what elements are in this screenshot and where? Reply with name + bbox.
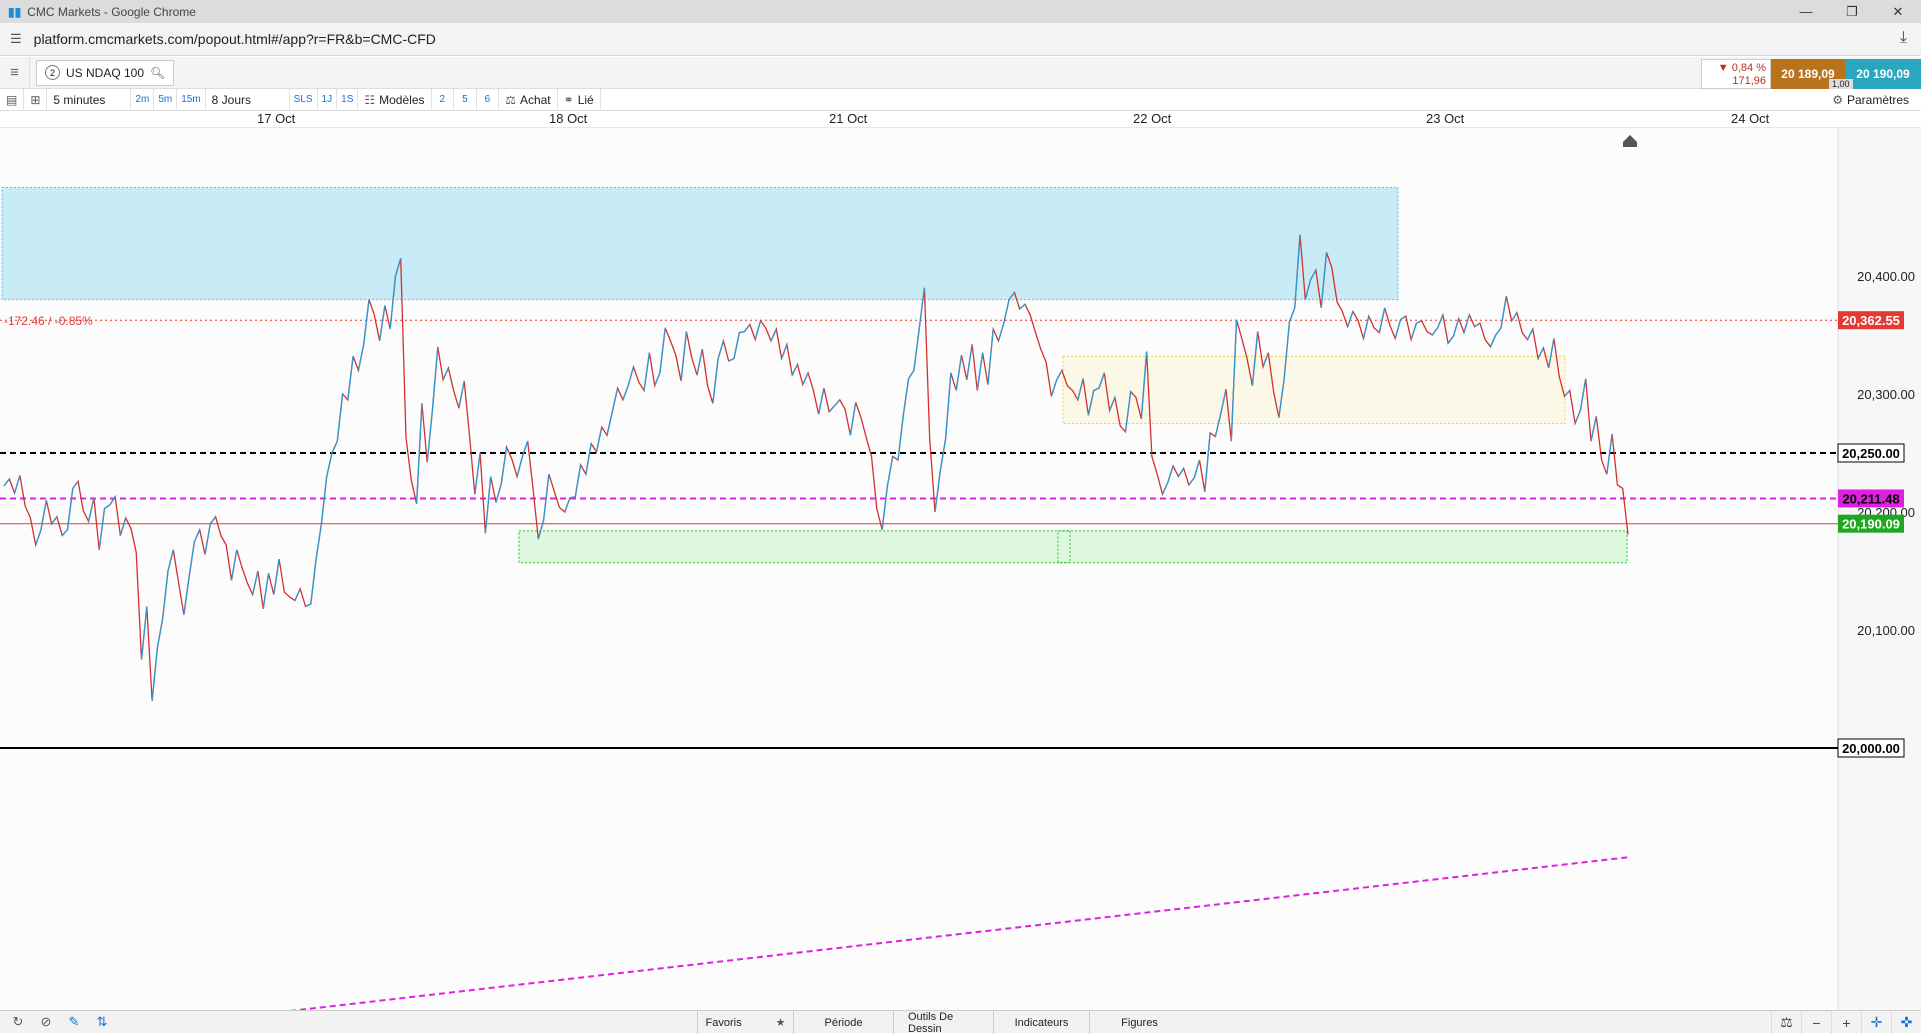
search-icon[interactable]: 🔍︎ <box>150 66 165 80</box>
tab-drawing-tools[interactable]: Outils De Dessin <box>893 1011 993 1035</box>
block-icon[interactable]: ⊘ <box>34 1012 58 1032</box>
n2-button[interactable]: 2 <box>432 88 455 111</box>
quote-panel: ▼ 0,84 % 171,96 20 189,09 20 190,09 1,00 <box>1701 59 1921 89</box>
price-change: ▼ 0,84 % 171,96 <box>1701 59 1771 89</box>
n6-button[interactable]: 6 <box>477 88 500 111</box>
buy-price: 20 190,09 <box>1856 67 1910 81</box>
price-axis-background <box>1838 128 1921 1011</box>
chart-toolbar: ▤ ⊞ 5 minutes 2m 5m 15m 8 Jours SLS 1J 1… <box>0 88 1921 111</box>
timeframe-select[interactable]: 5 minutes <box>47 88 132 111</box>
minimize-icon[interactable]: — <box>1783 0 1829 23</box>
scale-tool-icon[interactable]: ⚖ <box>1771 1011 1801 1034</box>
crosshair-icon[interactable]: ✛ <box>1861 1011 1891 1034</box>
window-controls: — ❐ ✕ <box>1783 0 1921 23</box>
refresh-icon[interactable]: ↻ <box>6 1012 30 1032</box>
support-zone <box>518 530 1628 564</box>
price-tag-label: 20,250.00 <box>1842 446 1900 461</box>
tab-number: 2 <box>45 65 60 80</box>
date-label: 22 Oct <box>1133 111 1172 126</box>
date-label: 24 Oct <box>1731 111 1770 126</box>
date-axis: 17 Oct 18 Oct 21 Oct 22 Oct 23 Oct 24 Oc… <box>0 111 1921 127</box>
instrument-name: US NDAQ 100 <box>66 65 145 80</box>
change-pts: 171,96 <box>1732 75 1766 87</box>
buy-mode-button[interactable]: ⚖ Achat <box>499 88 558 111</box>
url-text[interactable]: platform.cmcmarkets.com/popout.html#/app… <box>34 31 436 47</box>
star-icon: ★ <box>775 1017 786 1029</box>
date-label: 17 Oct <box>257 111 296 126</box>
settings-button[interactable]: ⚙ Paramètres <box>1832 89 1909 111</box>
change-annotation: -172.46 / -0.85% <box>4 314 93 328</box>
gear-icon: ⚙ <box>1832 93 1843 107</box>
range-zone <box>1062 355 1566 425</box>
settings-label: Paramètres <box>1846 93 1909 107</box>
chart-svg[interactable]: -172.46 / -0.85%20,400.0020,300.0020,200… <box>0 128 1921 1012</box>
price-tag-label: 20,000.00 <box>1842 741 1900 756</box>
instrument-selector[interactable]: 2 US NDAQ 100 🔍︎ <box>36 59 175 86</box>
tf-15m-button[interactable]: 15m <box>177 88 206 111</box>
list-view-button[interactable]: ▤ <box>0 88 25 111</box>
tab-favorites[interactable]: Favoris ★ <box>697 1011 793 1034</box>
buy-button[interactable]: 20 190,09 1,00 <box>1829 59 1921 89</box>
zoom-out-icon[interactable]: − <box>1801 1011 1831 1034</box>
change-pct: ▼ 0,84 % <box>1717 62 1766 74</box>
date-label: 18 Oct <box>549 111 588 126</box>
window-title: CMC Markets - Google Chrome <box>27 4 196 19</box>
price-chart[interactable]: -172.46 / -0.85% 20,400.00 20,300.00 20,200… <box>0 127 1921 1012</box>
download-icon[interactable]: ⤓ <box>1900 29 1907 47</box>
models-icon: ☷ <box>364 92 376 107</box>
price-tag-label: 20,211.48 <box>1842 491 1899 506</box>
cursor-crosshair-icon[interactable]: ✜ <box>1891 1011 1921 1034</box>
price-tag-label: 20,190.09 <box>1842 517 1900 532</box>
menu-icon[interactable]: ≡ <box>0 56 30 89</box>
instrument-toolbar: ≡ 2 US NDAQ 100 🔍︎ <box>0 56 1921 89</box>
linked-label: Lié <box>577 92 594 107</box>
tab-figures[interactable]: Figures <box>1089 1011 1189 1034</box>
restore-icon[interactable]: ❐ <box>1829 0 1875 23</box>
resistance-zone <box>1 187 1399 301</box>
list-icon: ▤ <box>6 92 18 107</box>
date-label: 23 Oct <box>1426 111 1465 126</box>
scale-icon: ⚖ <box>505 92 516 107</box>
range-1j-button[interactable]: 1J <box>318 88 338 111</box>
range-1s-button[interactable]: 1S <box>337 88 359 111</box>
tf-5m-button[interactable]: 5m <box>154 88 178 111</box>
y-tick-label: 20,300.00 <box>1857 387 1915 402</box>
grid-icon: ⊞ <box>30 92 41 107</box>
sls-button[interactable]: SLS <box>290 88 318 111</box>
bottom-toolbar: ↻ ⊘ ✎ ⇅ Favoris ★ Période Outils De Dessi… <box>0 1010 1921 1035</box>
window-titlebar: ▮▮ CMC Markets - Google Chrome — ❐ ✕ <box>0 0 1921 23</box>
linked-button[interactable]: ⚭ Lié <box>558 88 601 111</box>
models-button[interactable]: ☷ Modèles <box>358 88 432 111</box>
tab-indicators[interactable]: Indicateurs <box>993 1011 1089 1034</box>
y-tick-label: 20,100.00 <box>1857 623 1915 638</box>
pencil-icon[interactable]: ✎ <box>62 1012 86 1032</box>
app-logo-icon: ▮▮ <box>8 4 22 19</box>
layout-button[interactable]: ⊞ <box>24 88 48 111</box>
date-label: 21 Oct <box>829 111 868 126</box>
close-icon[interactable]: ✕ <box>1875 0 1921 23</box>
move-icon[interactable]: ⇅ <box>90 1012 114 1032</box>
range-select[interactable]: 8 Jours <box>206 88 290 111</box>
address-bar: ☰ platform.cmcmarkets.com/popout.html#/a… <box>0 23 1921 56</box>
site-settings-icon[interactable]: ☰ <box>10 31 22 47</box>
favorites-label: Favoris <box>705 1016 742 1029</box>
buy-mode-label: Achat <box>519 92 551 107</box>
spread-badge: 1,00 <box>1829 79 1853 89</box>
y-tick-label: 20,400.00 <box>1857 269 1915 284</box>
zoom-in-icon[interactable]: + <box>1831 1011 1861 1034</box>
tab-period[interactable]: Période <box>793 1011 893 1034</box>
n5-button[interactable]: 5 <box>454 88 477 111</box>
price-tag-label: 20,362.55 <box>1842 313 1900 328</box>
models-label: Modèles <box>379 92 425 107</box>
tf-2m-button[interactable]: 2m <box>131 88 155 111</box>
link-icon: ⚭ <box>563 92 574 107</box>
